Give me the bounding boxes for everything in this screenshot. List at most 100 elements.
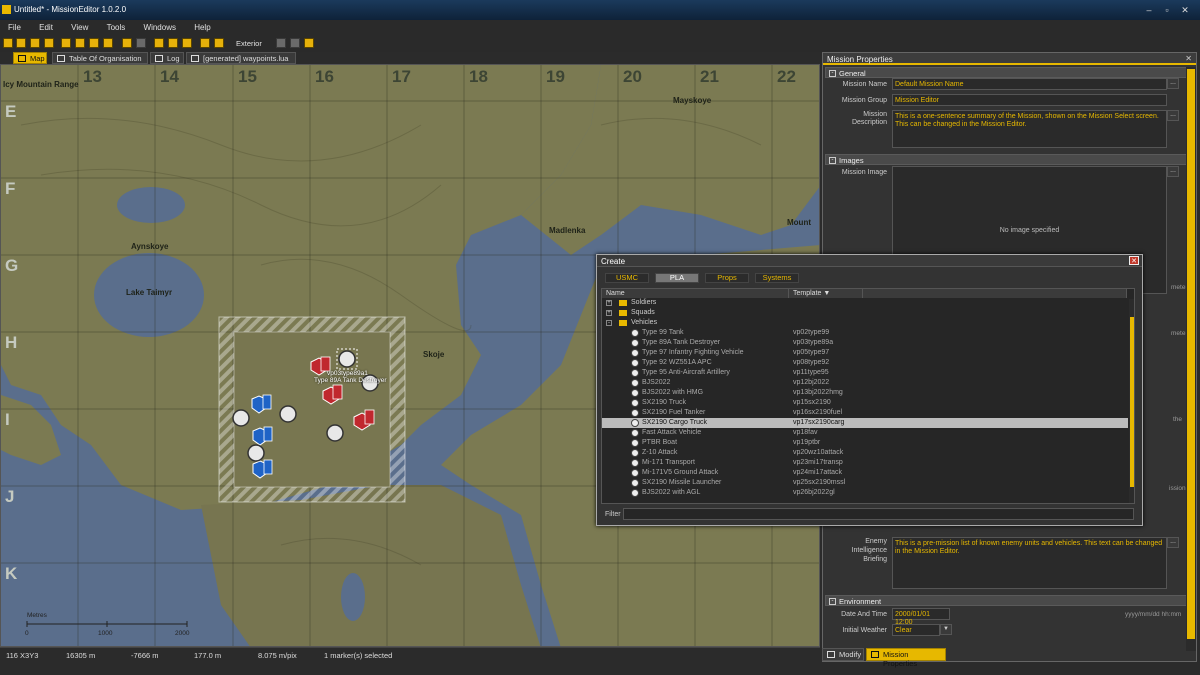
list-item[interactable]: BJS2022 with AGL vp26bj2022gl <box>602 488 1128 498</box>
grid-icon[interactable] <box>214 38 224 48</box>
window-title: Untitled* - MissionEditor 1.0.2.0 <box>14 5 127 14</box>
menu-tools[interactable]: Tools <box>99 20 134 32</box>
tab-mission-properties[interactable]: Mission Properties <box>866 648 946 668</box>
menu-edit[interactable]: Edit <box>31 20 61 32</box>
expand-icon[interactable]: + <box>606 300 612 306</box>
mission-group-field[interactable]: Mission Editor <box>892 94 1167 106</box>
briefing-browse-button[interactable]: ... <box>1167 537 1179 548</box>
create-tree-list[interactable]: Name Template ▼ + Soldiers + Squads - Vehic… <box>601 288 1135 504</box>
panel-title: Mission Properties <box>823 53 1196 65</box>
cut-icon[interactable] <box>61 38 71 48</box>
tab-modify[interactable]: Modify <box>822 648 864 661</box>
new-icon[interactable] <box>3 38 13 48</box>
status-grid: 116 X3Y3 <box>6 651 39 660</box>
collapse-icon[interactable]: - <box>606 320 612 326</box>
briefing-field[interactable]: This is a pre-mission list of known enem… <box>892 537 1167 589</box>
section-images[interactable]: - Images <box>825 154 1187 165</box>
vehicle-icon <box>631 459 639 467</box>
expand-icon[interactable]: + <box>606 310 612 316</box>
delete-icon[interactable] <box>103 38 113 48</box>
tab-waypoints-lua[interactable]: [generated] waypoints.lua <box>186 52 296 64</box>
open-icon[interactable] <box>16 38 26 48</box>
list-item[interactable]: PTBR Boat vp19ptbr <box>602 438 1128 448</box>
list-item[interactable]: SX2190 Truck vp15sx2190 <box>602 398 1128 408</box>
panel-scroll-thumb[interactable] <box>1187 69 1195 639</box>
grid-row-h: H <box>5 333 18 352</box>
section-general[interactable]: - General <box>825 67 1187 78</box>
undo-icon[interactable] <box>122 38 132 48</box>
save-as-icon[interactable] <box>44 38 54 48</box>
folder-soldiers[interactable]: + Soldiers <box>602 298 1128 308</box>
list-item[interactable]: BJS2022 with HMG vp13bj2022hmg <box>602 388 1128 398</box>
list-item[interactable]: Type 95 Anti-Aircraft Artillery vp11type9… <box>602 368 1128 378</box>
list-item[interactable]: SX2190 Fuel Tanker vp16sx2190fuel <box>602 408 1128 418</box>
move-tool-icon[interactable] <box>154 38 164 48</box>
weather-dropdown-icon[interactable]: ▼ <box>940 624 952 635</box>
place-lake-taimyr: Lake Taimyr <box>126 288 173 297</box>
list-item[interactable]: Type 99 Tank vp02type99 <box>602 328 1128 338</box>
item-template: vp20wz10attack <box>793 449 844 456</box>
stop-icon[interactable] <box>304 38 314 48</box>
list-item[interactable]: Mi-171 Transport vp23mi17transp <box>602 458 1128 468</box>
column-header-template[interactable]: Template ▼ <box>789 289 863 298</box>
date-field[interactable]: 2000/01/01 12:00 <box>892 608 950 626</box>
scale-tool-icon[interactable] <box>182 38 192 48</box>
pause-icon[interactable] <box>290 38 300 48</box>
list-item[interactable]: Fast Attack Vehicle vp18fav <box>602 428 1128 438</box>
mission-image-browse-button[interactable]: ... <box>1167 166 1179 177</box>
rotate-tool-icon[interactable] <box>168 38 178 48</box>
list-item[interactable]: BJS2022 vp12bj2022 <box>602 378 1128 388</box>
weather-select[interactable]: Clear <box>892 624 940 636</box>
list-item[interactable]: Type 89A Tank Destroyer vp03type89a <box>602 338 1128 348</box>
app-icon <box>2 5 11 14</box>
mission-name-field[interactable]: Default Mission Name <box>892 78 1167 90</box>
create-dialog-title: Create <box>597 255 1142 267</box>
place-icy-mountain-range: Icy Mountain Range <box>3 80 79 89</box>
list-item[interactable]: Type 92 WZ551A APC vp08type92 <box>602 358 1128 368</box>
faction-tab-props[interactable]: Props <box>705 273 749 283</box>
tab-log[interactable]: Log <box>150 52 184 64</box>
vehicle-icon <box>631 379 639 387</box>
folder-squads[interactable]: + Squads <box>602 308 1128 318</box>
mission-group-label: Mission Group <box>841 97 887 104</box>
grid-row-e: E <box>5 102 17 121</box>
list-scroll-thumb[interactable] <box>1130 317 1134 487</box>
close-window-button[interactable]: ✕ <box>1178 4 1192 16</box>
minimize-button[interactable]: – <box>1142 4 1156 16</box>
list-item[interactable]: SX2190 Missile Launcher vp25sx2190mssl <box>602 478 1128 488</box>
list-scrollbar[interactable] <box>1129 299 1134 503</box>
list-item[interactable]: Type 97 Infantry Fighting Vehicle vp05typ… <box>602 348 1128 358</box>
menu-help[interactable]: Help <box>186 20 218 32</box>
menu-view[interactable]: View <box>63 20 96 32</box>
faction-tab-usmc[interactable]: USMC <box>605 273 649 283</box>
copy-icon[interactable] <box>75 38 85 48</box>
panel-scrollbar[interactable] <box>1186 67 1196 651</box>
play-icon[interactable] <box>276 38 286 48</box>
filter-input[interactable] <box>623 508 1134 520</box>
vehicle-icon <box>631 339 639 347</box>
vehicle-icon <box>631 329 639 337</box>
maximize-button[interactable]: ▫ <box>1160 4 1174 16</box>
section-environment[interactable]: - Environment <box>825 595 1187 606</box>
layer-icon[interactable] <box>200 38 210 48</box>
menu-windows[interactable]: Windows <box>136 20 184 32</box>
redo-icon[interactable] <box>136 38 146 48</box>
close-icon[interactable]: ✕ <box>1129 256 1139 265</box>
mission-name-browse-button[interactable]: ... <box>1167 78 1179 89</box>
save-icon[interactable] <box>30 38 40 48</box>
faction-tab-pla[interactable]: PLA <box>655 273 699 283</box>
tab-map[interactable]: Map <box>13 52 47 64</box>
status-selection: 1 marker(s) selected <box>324 651 393 660</box>
menu-file[interactable]: File <box>0 20 29 32</box>
faction-tab-systems[interactable]: Systems <box>755 273 799 283</box>
folder-vehicles[interactable]: - Vehicles <box>602 318 1128 328</box>
list-item[interactable]: SX2190 Cargo Truck vp17sx2190carg <box>602 418 1128 428</box>
list-item[interactable]: Mi-171V5 Ground Attack vp24mi17attack <box>602 468 1128 478</box>
panel-close-icon[interactable]: ✕ <box>1185 54 1192 63</box>
mission-description-field[interactable]: This is a one-sentence summary of the Mi… <box>892 110 1167 148</box>
paste-icon[interactable] <box>89 38 99 48</box>
mission-description-browse-button[interactable]: ... <box>1167 110 1179 121</box>
column-header-name[interactable]: Name <box>602 289 789 298</box>
list-item[interactable]: Z-10 Attack vp20wz10attack <box>602 448 1128 458</box>
tab-table-of-organisation[interactable]: Table Of Organisation <box>52 52 148 64</box>
